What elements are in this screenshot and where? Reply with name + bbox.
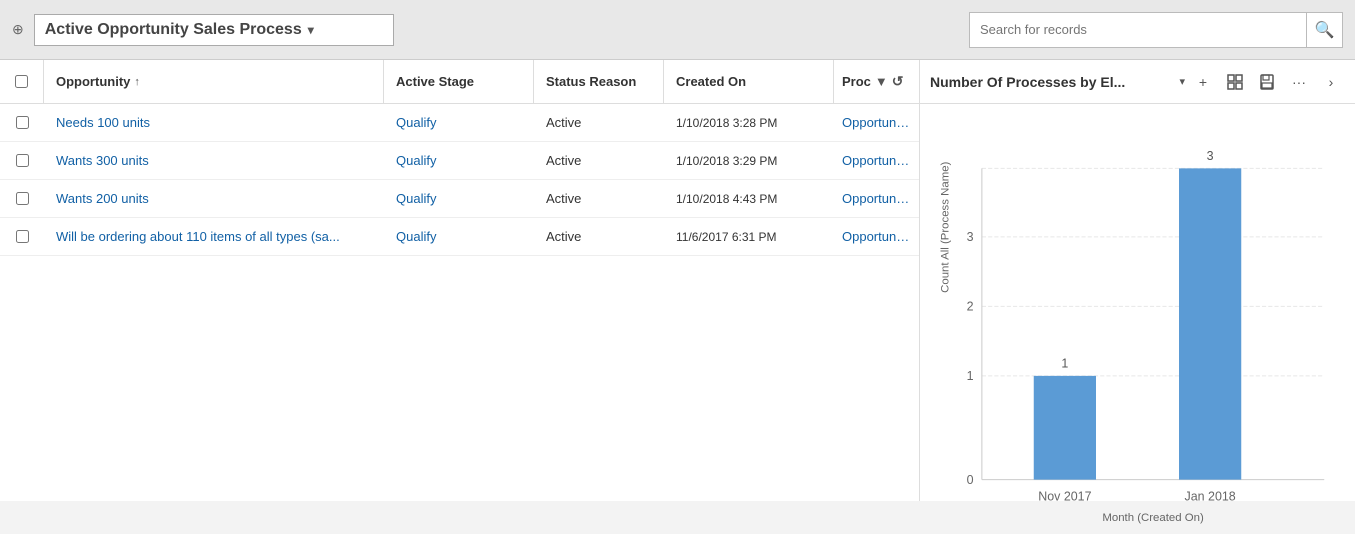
x-label-jan2018: Jan 2018	[1185, 489, 1236, 503]
row-checkbox[interactable]	[16, 116, 29, 129]
filter-icon[interactable]: ▼	[875, 74, 888, 89]
save-icon	[1259, 74, 1275, 90]
chart-header: Number Of Processes by El... ▾ + ···	[920, 60, 1355, 104]
chart-title: Number Of Processes by El...	[930, 74, 1175, 90]
y-tick-1: 1	[967, 369, 974, 383]
row-created: 1/10/2018 3:28 PM	[664, 116, 834, 130]
bar-nov-2017	[1034, 376, 1096, 480]
row-created: 1/10/2018 3:29 PM	[664, 154, 834, 168]
table-row: Needs 100 units Qualify Active 1/10/2018…	[0, 104, 919, 142]
title-dropdown-icon[interactable]: ▾	[308, 23, 314, 37]
row-created: 1/10/2018 4:43 PM	[664, 192, 834, 206]
table-row: Wants 200 units Qualify Active 1/10/2018…	[0, 180, 919, 218]
view-title-box[interactable]: Active Opportunity Sales Process ▾	[34, 14, 394, 46]
select-all-checkbox[interactable]	[15, 75, 28, 88]
row-opportunity-link[interactable]: Needs 100 units	[44, 115, 384, 130]
search-area: 🔍	[969, 12, 1343, 48]
sort-arrow-icon[interactable]: ↑	[134, 76, 140, 88]
row-stage[interactable]: Qualify	[384, 191, 534, 206]
search-input[interactable]	[969, 12, 1307, 48]
table-row: Will be ordering about 110 items of all …	[0, 218, 919, 256]
col-header-stage[interactable]: Active Stage	[384, 60, 534, 103]
row-opportunity-link[interactable]: Wants 300 units	[44, 153, 384, 168]
row-status: Active	[534, 115, 664, 130]
col-header-status[interactable]: Status Reason	[534, 60, 664, 103]
row-checkbox-cell[interactable]	[0, 192, 44, 205]
row-checkbox[interactable]	[16, 230, 29, 243]
view-title: Active Opportunity Sales Process	[45, 21, 302, 39]
row-opportunity-link[interactable]: Will be ordering about 110 items of all …	[44, 229, 384, 244]
y-axis-label: Count All (Process Name)	[940, 161, 952, 292]
row-process[interactable]: Opportunity Sa...	[834, 153, 919, 168]
chart-more-button[interactable]: ···	[1285, 68, 1313, 96]
chart-panel: Number Of Processes by El... ▾ + ···	[920, 60, 1355, 501]
table-panel: Opportunity ↑ Active Stage Status Reason…	[0, 60, 920, 501]
table-row: Wants 300 units Qualify Active 1/10/2018…	[0, 142, 919, 180]
row-stage[interactable]: Qualify	[384, 115, 534, 130]
top-bar: ⊕ Active Opportunity Sales Process ▾ 🔍	[0, 0, 1355, 60]
bar-label-nov2017: 1	[1061, 357, 1068, 371]
chart-title-dropdown-icon[interactable]: ▾	[1179, 75, 1185, 88]
y-tick-0: 0	[967, 473, 974, 487]
chart-area: Count All (Process Name) 0 1 2 3	[920, 104, 1355, 534]
chart-save-button[interactable]	[1253, 68, 1281, 96]
row-checkbox[interactable]	[16, 192, 29, 205]
bar-chart: Count All (Process Name) 0 1 2 3	[930, 114, 1345, 534]
search-icon: 🔍	[1315, 20, 1335, 40]
col-opportunity-label: Opportunity	[56, 74, 130, 89]
chart-layout-button[interactable]	[1221, 68, 1249, 96]
col-header-opportunity[interactable]: Opportunity ↑	[44, 60, 384, 103]
chart-layout-icon	[1227, 74, 1243, 90]
col-status-label: Status Reason	[546, 74, 636, 89]
chart-expand-button[interactable]: ›	[1317, 68, 1345, 96]
table-body: Needs 100 units Qualify Active 1/10/2018…	[0, 104, 919, 256]
y-tick-2: 2	[967, 300, 974, 314]
select-all-checkbox-cell[interactable]	[0, 60, 44, 103]
row-process[interactable]: Opportunity Sa...	[834, 115, 919, 130]
row-stage[interactable]: Qualify	[384, 229, 534, 244]
col-stage-label: Active Stage	[396, 74, 474, 89]
row-process[interactable]: Opportunity Sa...	[834, 229, 919, 244]
col-header-process[interactable]: Proc ▼ ↺	[834, 60, 919, 103]
row-checkbox-cell[interactable]	[0, 154, 44, 167]
x-axis-label: Month (Created On)	[1102, 512, 1204, 524]
bar-label-jan2018: 3	[1207, 149, 1214, 163]
table-header: Opportunity ↑ Active Stage Status Reason…	[0, 60, 919, 104]
main-content: Opportunity ↑ Active Stage Status Reason…	[0, 60, 1355, 501]
search-button[interactable]: 🔍	[1307, 12, 1343, 48]
row-status: Active	[534, 229, 664, 244]
row-opportunity-link[interactable]: Wants 200 units	[44, 191, 384, 206]
row-checkbox[interactable]	[16, 154, 29, 167]
row-status: Active	[534, 153, 664, 168]
bar-jan-2018	[1179, 168, 1241, 479]
chart-add-button[interactable]: +	[1189, 68, 1217, 96]
x-label-nov2017: Nov 2017	[1038, 489, 1091, 503]
col-process-label: Proc	[842, 74, 871, 89]
col-created-label: Created On	[676, 74, 746, 89]
row-checkbox-cell[interactable]	[0, 116, 44, 129]
y-tick-3: 3	[967, 230, 974, 244]
refresh-icon[interactable]: ↺	[892, 73, 904, 90]
col-header-created[interactable]: Created On	[664, 60, 834, 103]
row-status: Active	[534, 191, 664, 206]
row-stage[interactable]: Qualify	[384, 153, 534, 168]
row-checkbox-cell[interactable]	[0, 230, 44, 243]
row-process[interactable]: Opportunity Sa...	[834, 191, 919, 206]
pin-icon: ⊕	[12, 21, 24, 38]
row-created: 11/6/2017 6:31 PM	[664, 230, 834, 244]
